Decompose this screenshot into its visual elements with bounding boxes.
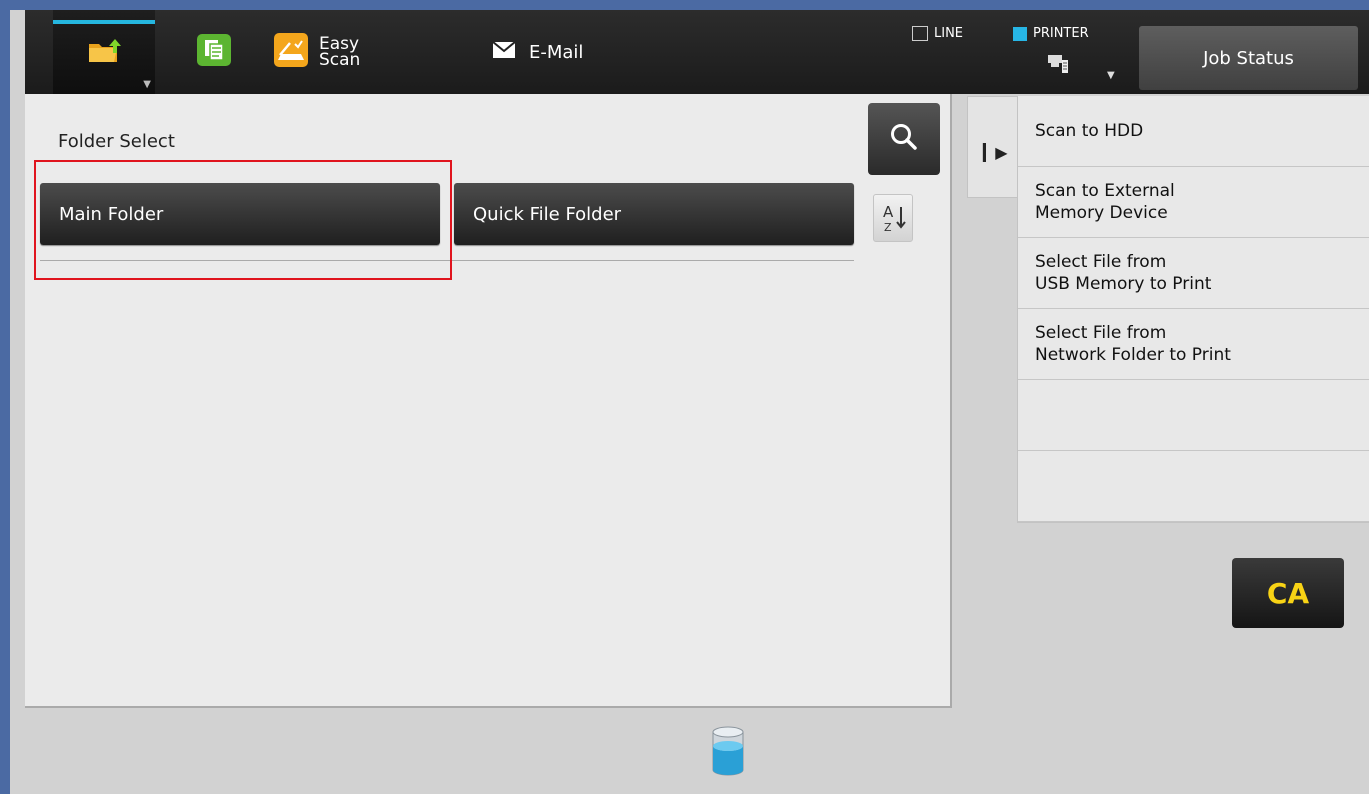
sort-az-icon: A Z (874, 203, 912, 245)
copy-icon (196, 33, 232, 72)
folder-select-panel: Folder Select Main Folder Quick File Fol… (25, 94, 952, 708)
clear-all-button[interactable]: CA (1232, 558, 1344, 628)
line-status-label: LINE (934, 26, 964, 41)
menu-item-scan-to-external-memory[interactable]: Scan to External Memory Device (1018, 167, 1369, 238)
tab-easy-scan[interactable]: Easy Scan (273, 10, 423, 94)
menu-item-label: Select File from USB Memory to Print (1035, 252, 1212, 294)
email-label: E-Mail (529, 41, 584, 63)
magnifier-icon (889, 122, 919, 156)
menu-item-scan-to-hdd[interactable]: Scan to HDD (1018, 96, 1369, 167)
top-bar: ▼ Easy Scan E-Mail LINE PRINTER ▼ Job St… (25, 10, 1369, 94)
menu-item-label: Select File from Network Folder to Print (1035, 323, 1231, 365)
tab-copy[interactable] (189, 10, 239, 94)
line-status-box (912, 26, 928, 41)
svg-text:Z: Z (884, 221, 892, 234)
storage-cylinder-icon (711, 726, 745, 780)
search-button[interactable] (868, 103, 940, 175)
menu-item-select-usb-file[interactable]: Select File from USB Memory to Print (1018, 238, 1369, 309)
action-menu: Scan to HDD Scan to External Memory Devi… (1017, 96, 1369, 523)
active-tab-indicator (53, 20, 155, 24)
chevron-down-icon: ▼ (1107, 70, 1115, 81)
menu-item-empty (1018, 380, 1369, 451)
scanner-icon (273, 32, 309, 73)
chevron-down-icon: ▼ (143, 79, 151, 90)
quick-file-folder-button[interactable]: Quick File Folder (454, 183, 854, 245)
quick-file-folder-label: Quick File Folder (473, 203, 622, 225)
expand-menu-tab[interactable]: ▎▶ (967, 96, 1018, 198)
folder-upload-icon (87, 36, 121, 69)
easy-scan-label-line2: Scan (319, 50, 361, 70)
job-status-button[interactable]: Job Status (1139, 26, 1358, 90)
menu-item-label: Scan to HDD (1035, 121, 1144, 141)
menu-item-select-network-file[interactable]: Select File from Network Folder to Print (1018, 309, 1369, 380)
svg-text:A: A (883, 203, 894, 221)
page-title: Folder Select (58, 131, 175, 152)
envelope-icon (492, 40, 516, 63)
easy-scan-label: Easy Scan (319, 36, 361, 70)
sort-button[interactable]: A Z (873, 194, 913, 242)
tab-email[interactable]: E-Mail (492, 10, 653, 94)
tab-file-retrieve[interactable]: ▼ (53, 10, 155, 94)
highlight-box (34, 160, 452, 280)
menu-item-empty (1018, 451, 1369, 522)
line-status: LINE (912, 26, 963, 41)
expand-arrow-icon: ▎▶ (983, 143, 1008, 162)
device-screen: ▼ Easy Scan E-Mail LINE PRINTER ▼ Job St… (10, 10, 1369, 794)
printer-status-box (1013, 26, 1027, 41)
printer-status[interactable]: PRINTER ▼ (1013, 26, 1123, 86)
printer-device-icon (1048, 52, 1070, 78)
printer-status-label: PRINTER (1033, 26, 1089, 41)
menu-item-label: Scan to External Memory Device (1035, 181, 1175, 223)
